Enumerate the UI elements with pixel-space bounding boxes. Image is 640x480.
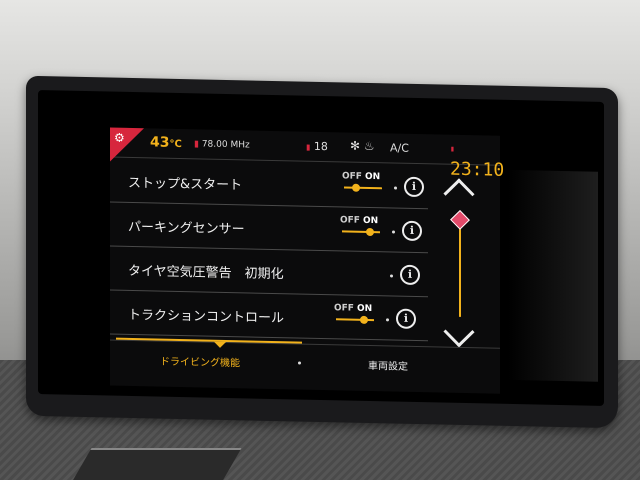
chevron-down-icon[interactable] xyxy=(443,316,475,348)
list-item-tire-pressure-reset[interactable]: タイヤ空気圧警告 初期化 i xyxy=(110,246,428,298)
setting-label: ストップ&スタート xyxy=(128,175,243,194)
scroll-track[interactable] xyxy=(459,220,461,317)
separator-dot xyxy=(394,186,397,190)
clock-indicator-icon: ▮ xyxy=(450,144,455,154)
fan-icon: ✻ xyxy=(350,138,361,153)
chevron-up-icon[interactable] xyxy=(443,178,475,210)
glass-glare xyxy=(508,169,598,382)
tab-driving-functions[interactable]: ドライビング機能 xyxy=(160,353,240,370)
display-glass: ⚙ 43°C ▮ 78.00 MHz ▮ 18 ✻ ♨ A/C ▮ 23:10 … xyxy=(38,90,604,406)
setting-label: パーキングセンサー xyxy=(128,219,245,238)
toggle-on-label: ON xyxy=(357,303,373,315)
toggle-track xyxy=(336,318,374,322)
toggle-off-label: OFF xyxy=(334,303,354,314)
fan-indicator-icon: ▮ xyxy=(306,142,311,152)
info-icon[interactable]: i xyxy=(404,176,424,198)
airflow-seat-icon: ♨ xyxy=(363,138,375,154)
setting-label: トラクションコントロール xyxy=(128,307,285,327)
list-item-traction-control[interactable]: トラクションコントロール OFF ON i xyxy=(110,290,428,342)
tab-separator-dot xyxy=(298,361,301,365)
separator-dot xyxy=(392,230,395,234)
toggle-knob[interactable] xyxy=(366,227,374,237)
toggle-knob[interactable] xyxy=(352,183,360,192)
separator-dot xyxy=(390,274,393,278)
scroll-controls xyxy=(432,174,492,348)
separator-dot xyxy=(386,318,389,322)
climate-icons[interactable]: ✻ ♨ xyxy=(350,139,375,154)
infotainment-screen: ⚙ 43°C ▮ 78.00 MHz ▮ 18 ✻ ♨ A/C ▮ 23:10 … xyxy=(110,127,504,394)
list-item-stop-start[interactable]: ストップ&スタート OFF ON i xyxy=(110,158,428,210)
info-icon[interactable]: i xyxy=(402,220,422,242)
outside-temperature: 43°C xyxy=(150,134,182,151)
setting-label: タイヤ空気圧警告 初期化 xyxy=(128,263,284,283)
toggle-off-label: OFF xyxy=(342,171,362,182)
radio-indicator-icon: ▮ xyxy=(194,139,199,150)
parking-sensor-toggle[interactable]: OFF ON xyxy=(340,215,384,240)
list-item-parking-sensor[interactable]: パーキングセンサー OFF ON i xyxy=(110,202,428,254)
scroll-thumb[interactable] xyxy=(450,209,470,230)
toggle-knob[interactable] xyxy=(360,315,368,324)
fan-level[interactable]: ▮ 18 xyxy=(306,140,328,153)
traction-control-toggle[interactable]: OFF ON xyxy=(334,303,378,328)
ac-status[interactable]: A/C xyxy=(390,141,409,154)
toggle-track xyxy=(342,230,380,234)
dashboard-vent xyxy=(68,448,242,480)
toggle-track xyxy=(344,186,382,190)
info-icon[interactable]: i xyxy=(400,264,420,286)
toggle-on-label: ON xyxy=(365,171,381,183)
toggle-on-label: ON xyxy=(363,215,379,227)
radio-frequency[interactable]: ▮ 78.00 MHz xyxy=(194,139,250,150)
tab-vehicle-settings[interactable]: 車両設定 xyxy=(368,357,408,373)
display-bezel: ⚙ 43°C ▮ 78.00 MHz ▮ 18 ✻ ♨ A/C ▮ 23:10 … xyxy=(26,75,618,429)
info-icon[interactable]: i xyxy=(396,308,416,329)
toggle-off-label: OFF xyxy=(340,215,360,226)
settings-list: ストップ&スタート OFF ON i パーキングセンサー OFF ON i タイ… xyxy=(110,158,428,342)
stop-start-toggle[interactable]: OFF ON xyxy=(342,171,386,196)
active-tab-pointer xyxy=(214,341,226,348)
vehicle-settings-icon[interactable]: ⚙ xyxy=(114,131,128,145)
